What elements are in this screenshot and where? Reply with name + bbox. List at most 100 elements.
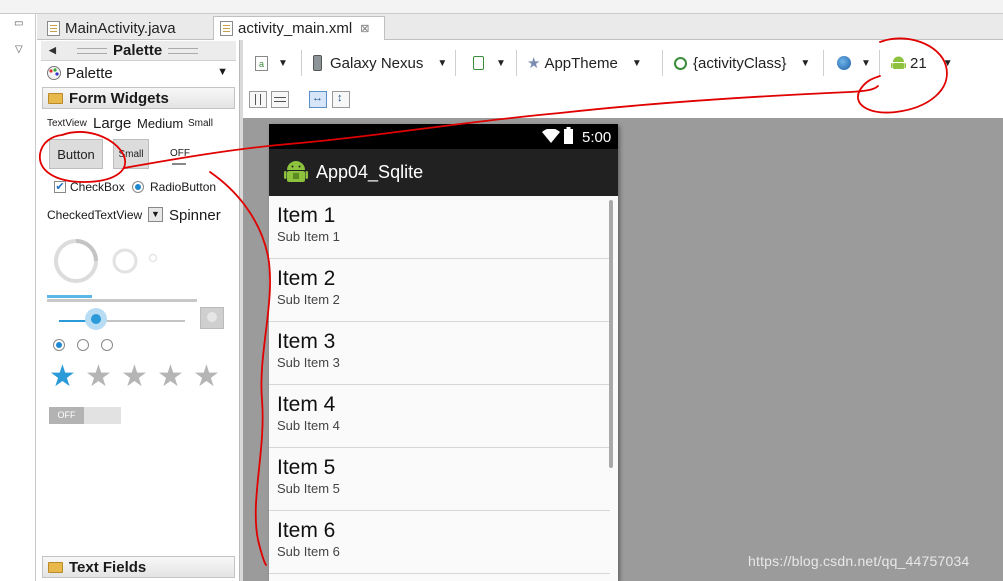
widget-textview[interactable]: TextView [47, 118, 87, 129]
toolbar-separator [516, 50, 517, 76]
widget-small-button[interactable]: Small [113, 139, 149, 169]
orientation-icon [473, 56, 484, 70]
list-item-subtitle: Sub Item 6 [277, 544, 340, 559]
left-collapsed-panel: ▭ ▽ [0, 14, 36, 581]
widget-spinner[interactable]: Spinner [169, 207, 221, 224]
list-item-title: Item 5 [277, 456, 336, 479]
radio-group-item-icon[interactable] [53, 339, 65, 351]
list-item[interactable]: Item 6 Sub Item 6 [269, 511, 610, 574]
list-item-title: Item 6 [277, 519, 336, 542]
view-menu-icon[interactable]: ▽ [15, 44, 23, 55]
activity-label: {activityClass} [693, 54, 787, 72]
spinner-dropdown-icon[interactable]: ▼ [148, 207, 163, 222]
radio-group-item-icon[interactable] [101, 339, 113, 351]
config-chooser[interactable]: a ▼ [255, 52, 288, 74]
list-item[interactable]: Item 4 Sub Item 4 [269, 385, 610, 448]
star-empty-icon: ★ [157, 360, 184, 393]
layout-file-icon: a [255, 55, 268, 71]
radio-icon[interactable] [132, 181, 144, 193]
battery-icon [564, 127, 573, 144]
java-file-icon [47, 20, 60, 36]
list-item[interactable]: Item 2 Sub Item 2 [269, 259, 610, 322]
widget-large-text[interactable]: Large [93, 115, 131, 132]
list-item-subtitle: Sub Item 2 [277, 292, 340, 307]
action-bar: App04_Sqlite [269, 149, 618, 196]
small-progress-icon[interactable] [147, 252, 159, 264]
activity-chooser[interactable]: {activityClass} ▼ [674, 52, 810, 74]
api-level-chooser[interactable]: 21 ▼ [891, 52, 953, 74]
tab-activity-main[interactable]: activity_main.xml ⊠ [213, 16, 385, 40]
widget-checkedtextview[interactable]: CheckedTextView [47, 208, 142, 222]
fit-height-icon[interactable]: ↕ [332, 91, 350, 108]
list-scrollbar[interactable] [609, 200, 613, 468]
chevron-down-icon[interactable]: ▼ [632, 58, 642, 69]
status-bar: 5:00 [269, 124, 618, 149]
device-preview[interactable]: 5:00 App04_Sqlite Item 1 Sub Item 1 Item… [269, 124, 618, 581]
collapse-arrow-icon[interactable]: ◀ [49, 45, 71, 56]
section-form-widgets[interactable]: Form Widgets [42, 87, 235, 109]
widget-checkbox[interactable]: CheckBox [70, 180, 125, 194]
progress-fill [47, 295, 92, 298]
device-chooser[interactable]: Galaxy Nexus ▼ [313, 52, 447, 74]
theme-label: AppTheme [544, 54, 618, 72]
medium-progress-icon[interactable] [110, 246, 140, 276]
toolbar-separator [301, 50, 302, 76]
toggle-indicator [172, 163, 186, 165]
clock-text: 5:00 [582, 129, 612, 146]
chevron-down-icon[interactable]: ▼ [496, 58, 506, 69]
ratingbar-widget[interactable]: ★ ★ ★ ★ ★ [49, 362, 229, 394]
fit-width-icon[interactable]: ↔ [309, 91, 327, 108]
chevron-down-icon[interactable]: ▼ [943, 58, 953, 69]
close-tab-icon[interactable]: ⊠ [360, 22, 369, 35]
chevron-down-icon[interactable]: ▼ [800, 58, 810, 69]
theme-chooser[interactable]: ★ AppTheme ▼ [527, 52, 642, 74]
widget-radiobutton[interactable]: RadioButton [150, 180, 216, 194]
horizontal-progress[interactable] [47, 295, 197, 302]
quickcontact-badge-icon[interactable] [200, 307, 224, 329]
switch-widget[interactable]: OFF [49, 407, 121, 424]
widget-small-text[interactable]: Small [188, 118, 213, 129]
list-item-subtitle: Sub Item 5 [277, 481, 340, 496]
xml-file-icon [220, 21, 233, 36]
toolbar-separator [662, 50, 663, 76]
palette-header: ◀ Palette [41, 41, 236, 61]
star-empty-icon: ★ [193, 360, 220, 393]
palette-selector[interactable]: Palette ▼ [41, 62, 236, 84]
radio-group-item-icon[interactable] [77, 339, 89, 351]
side-by-side-icon[interactable] [249, 91, 267, 108]
widget-medium-text[interactable]: Medium [137, 116, 183, 131]
tab-mainactivity[interactable]: MainActivity.java [41, 16, 211, 40]
tab-label: MainActivity.java [65, 19, 176, 37]
star-empty-icon: ★ [85, 360, 112, 393]
chevron-down-icon[interactable]: ▼ [217, 66, 228, 78]
list-item[interactable]: Item 5 Sub Item 5 [269, 448, 610, 511]
toolbar-separator [455, 50, 456, 76]
list-item-title: Item 4 [277, 393, 336, 416]
widget-button[interactable]: Button [49, 139, 103, 169]
device-label: Galaxy Nexus [330, 54, 424, 72]
watermark-text: https://blog.csdn.net/qq_44757034 [748, 553, 970, 569]
restore-icon[interactable]: ▭ [14, 18, 23, 29]
checkbox-icon[interactable]: ✔ [54, 181, 66, 193]
layout-config-toolbar: a ▼ Galaxy Nexus ▼ ▼ ★ AppTheme ▼ {activ… [243, 44, 1003, 82]
orientation-chooser[interactable]: ▼ [473, 52, 506, 74]
star-filled-icon: ★ [49, 360, 76, 393]
stacked-layout-icon[interactable] [271, 91, 289, 108]
chevron-down-icon[interactable]: ▼ [278, 58, 288, 69]
widget-toggle-button[interactable]: OFF [170, 148, 190, 159]
chevron-down-icon[interactable]: ▼ [861, 58, 871, 69]
tab-label: activity_main.xml [238, 20, 353, 37]
list-item[interactable]: Item 1 Sub Item 1 [269, 196, 610, 259]
list-item[interactable]: Item 3 Sub Item 3 [269, 322, 610, 385]
seekbar-thumb[interactable] [91, 314, 101, 324]
wifi-icon [542, 129, 560, 143]
locale-chooser[interactable]: ▼ [837, 52, 871, 74]
large-progress-icon[interactable] [51, 236, 101, 286]
grip-icon [77, 47, 107, 54]
folder-icon [48, 92, 63, 104]
chevron-down-icon[interactable]: ▼ [437, 58, 447, 69]
section-text-fields[interactable]: Text Fields [42, 556, 235, 578]
editor-tab-bar: MainActivity.java activity_main.xml ⊠ [37, 14, 1003, 40]
theme-star-icon: ★ [527, 55, 541, 72]
palette-icon [47, 66, 61, 80]
